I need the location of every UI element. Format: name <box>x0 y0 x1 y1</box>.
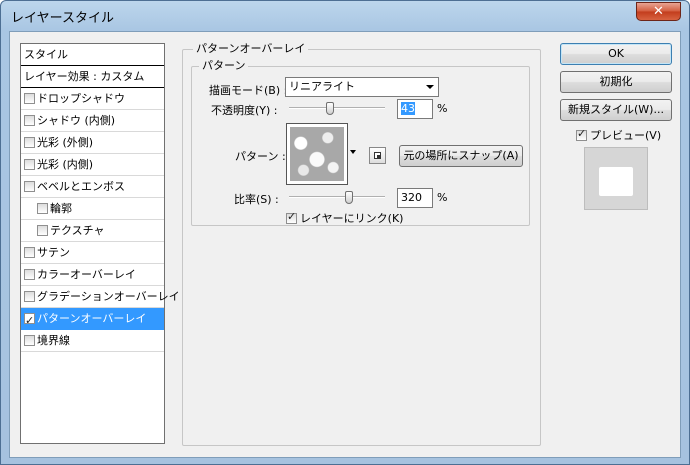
opacity-input[interactable]: 43 <box>397 99 433 119</box>
close-button[interactable]: ✕ <box>636 2 681 21</box>
pattern-dropdown-arrow-icon[interactable] <box>350 150 356 154</box>
blending-options-item[interactable]: レイヤー効果 : カスタム <box>21 66 164 88</box>
style-enable-checkbox[interactable] <box>24 247 35 258</box>
ok-label: OK <box>608 47 624 60</box>
opacity-unit: % <box>437 102 448 115</box>
style-list-item-label: 境界線 <box>37 333 70 347</box>
blend-mode-select[interactable]: リニアライト <box>285 77 439 97</box>
ok-button[interactable]: OK <box>560 43 672 65</box>
reset-button[interactable]: 初期化 <box>560 71 672 93</box>
new-style-label: 新規スタイル(W)... <box>568 103 664 116</box>
style-list-item-label: 光彩 (内側) <box>37 157 94 171</box>
styles-header[interactable]: スタイル <box>21 44 164 66</box>
link-with-layer-checkmark[interactable] <box>286 210 297 224</box>
style-list-item-label: 光彩 (外側) <box>37 135 94 149</box>
pattern-swatch-thumbnail <box>290 127 344 181</box>
style-list-item-label: ベベルとエンボス <box>37 179 125 193</box>
style-list-item[interactable]: 光彩 (外側) <box>21 132 164 154</box>
preview-checkmark[interactable] <box>576 127 587 141</box>
style-list-item-label: カラーオーバーレイ <box>37 267 136 281</box>
blend-mode-label: 描画モード(B) : <box>209 84 288 97</box>
scale-input[interactable]: 320 <box>397 188 433 208</box>
style-list-item-label: 輪郭 <box>50 201 72 215</box>
reset-label: 初期化 <box>599 75 633 88</box>
style-list-item[interactable]: ドロップシャドウ <box>21 88 164 110</box>
chevron-down-icon <box>426 85 434 89</box>
title-bar[interactable]: レイヤースタイル ✕ <box>1 1 689 31</box>
style-enable-checkbox[interactable] <box>24 181 35 192</box>
style-enable-checkbox[interactable] <box>24 291 35 302</box>
pattern-picker[interactable] <box>286 123 348 185</box>
style-list-item[interactable]: 光彩 (内側) <box>21 154 164 176</box>
new-preset-icon <box>374 152 381 159</box>
snap-to-origin-label: 元の場所にスナップ(A) <box>403 149 519 162</box>
style-enable-checkbox[interactable] <box>24 269 35 280</box>
opacity-slider-thumb[interactable] <box>326 102 335 115</box>
scale-value: 320 <box>401 191 422 204</box>
link-with-layer-label: レイヤーにリンク(K) <box>300 212 404 225</box>
style-list-item[interactable]: サテン <box>21 242 164 264</box>
opacity-value: 43 <box>401 102 415 115</box>
create-preset-button[interactable] <box>369 147 386 164</box>
style-list-item[interactable]: 輪郭 <box>21 198 164 220</box>
style-list-item[interactable]: シャドウ (内側) <box>21 110 164 132</box>
style-enable-checkbox[interactable] <box>24 115 35 126</box>
style-list-item[interactable]: テクスチャ <box>21 220 164 242</box>
scale-unit: % <box>437 191 448 204</box>
style-list-item-label: グラデーションオーバーレイ <box>37 289 180 303</box>
style-preview-thumbnail <box>584 147 648 210</box>
scale-slider-thumb[interactable] <box>345 191 353 204</box>
blend-mode-value: リニアライト <box>289 80 355 93</box>
pattern-overlay-group-title: パターンオーバーレイ <box>193 43 309 55</box>
style-list-item-label: テクスチャ <box>50 223 105 237</box>
style-list-item-label: シャドウ (内側) <box>37 113 116 127</box>
style-list-item-label: パターンオーバーレイ <box>37 311 147 325</box>
link-with-layer-checkbox[interactable]: レイヤーにリンク(K) <box>286 210 403 226</box>
style-list-item-label: ドロップシャドウ <box>37 91 125 105</box>
new-style-button[interactable]: 新規スタイル(W)... <box>560 99 672 121</box>
layer-style-dialog: レイヤースタイル ✕ スタイル レイヤー効果 : カスタム ドロップシャドウ シャ… <box>0 0 690 465</box>
styles-list: スタイル レイヤー効果 : カスタム ドロップシャドウ シャドウ (内側) 光彩 (… <box>20 43 180 444</box>
scale-slider-track[interactable] <box>289 196 385 198</box>
style-enable-checkbox[interactable] <box>24 310 35 332</box>
style-list-item[interactable]: 境界線 <box>21 330 164 352</box>
style-enable-checkbox[interactable] <box>37 225 48 236</box>
style-list-item[interactable]: カラーオーバーレイ <box>21 264 164 286</box>
style-enable-checkbox[interactable] <box>24 159 35 170</box>
scale-label: 比率(S) : <box>234 193 279 206</box>
preview-checkbox[interactable]: プレビュー(V) <box>576 127 661 143</box>
opacity-slider-track[interactable] <box>289 107 385 109</box>
close-icon: ✕ <box>653 4 664 19</box>
dialog-title: レイヤースタイル <box>11 11 114 26</box>
style-enable-checkbox[interactable] <box>24 335 35 346</box>
style-enable-checkbox[interactable] <box>37 203 48 214</box>
style-enable-checkbox[interactable] <box>24 93 35 104</box>
style-enable-checkbox[interactable] <box>24 137 35 148</box>
pattern-label: パターン : <box>235 150 286 163</box>
style-list-item[interactable]: パターンオーバーレイ <box>21 308 164 332</box>
opacity-label: 不透明度(Y) : <box>211 104 278 117</box>
style-list-item-label: サテン <box>37 245 70 259</box>
style-list-item[interactable]: ベベルとエンボス <box>21 176 164 198</box>
pattern-subgroup-title: パターン <box>199 60 249 72</box>
preview-shape <box>599 167 633 196</box>
dialog-body: スタイル レイヤー効果 : カスタム ドロップシャドウ シャドウ (内側) 光彩 (… <box>9 31 681 458</box>
snap-to-origin-button[interactable]: 元の場所にスナップ(A) <box>399 145 523 167</box>
preview-label: プレビュー(V) <box>590 129 662 142</box>
style-list-item[interactable]: グラデーションオーバーレイ <box>21 286 180 308</box>
